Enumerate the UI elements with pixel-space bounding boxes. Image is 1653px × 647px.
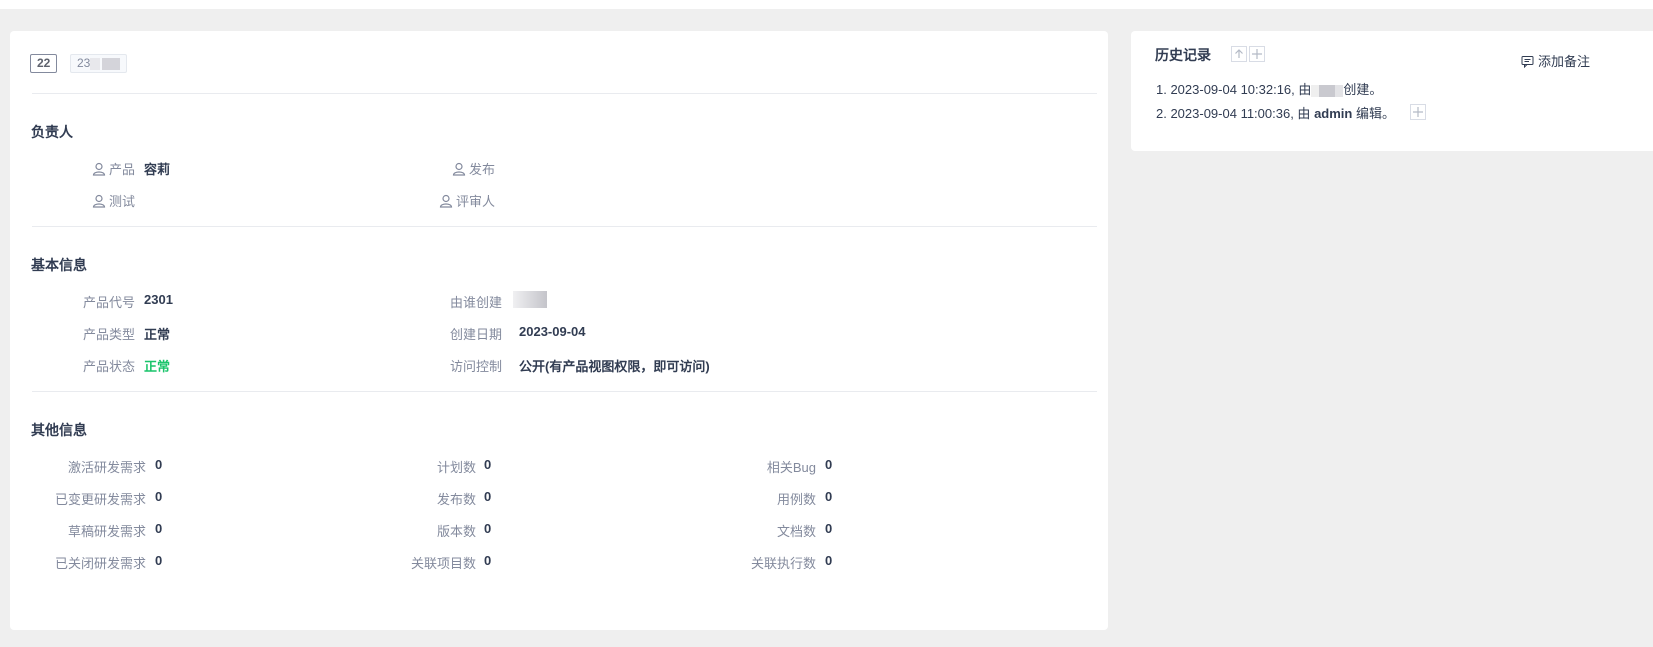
product-id-badge: 22 xyxy=(30,54,58,73)
plus-icon xyxy=(1413,107,1423,117)
user-icon xyxy=(92,162,106,176)
stat-value: 0 xyxy=(825,553,833,568)
stat-label: 文档数 xyxy=(776,524,816,539)
owner-product-label: 产品 xyxy=(70,159,135,178)
plus-icon xyxy=(1252,49,1262,59)
stat-label: 草稿研发需求 xyxy=(67,524,146,539)
add-note-button[interactable]: 添加备注 xyxy=(1521,51,1590,70)
product-detail-card: 22 23 负责人 产品 容莉 发布 测试 评审人 基本信息 产品代号 2301… xyxy=(10,31,1108,630)
user-icon xyxy=(439,194,453,208)
owner-test-label: 测试 xyxy=(70,191,135,210)
stat-label: 已关闭研发需求 xyxy=(54,556,146,571)
stat-value: 0 xyxy=(155,457,163,472)
expand-entry-button[interactable] xyxy=(1410,104,1426,120)
arrow-up-icon xyxy=(1235,49,1243,58)
stat-label: 激活研发需求 xyxy=(67,460,146,475)
stat-label: 关联项目数 xyxy=(410,556,476,571)
stat-label: 发布数 xyxy=(436,492,476,507)
stat-label: 关联执行数 xyxy=(750,556,816,571)
owner-release-label: 发布 xyxy=(430,159,495,178)
stat-label: 用例数 xyxy=(776,492,816,507)
user-icon xyxy=(92,194,106,208)
stat-label: 已变更研发需求 xyxy=(54,492,146,507)
stat-value: 0 xyxy=(484,521,492,536)
product-status-value: 正常 xyxy=(144,359,171,374)
creator-label: 由谁创建 xyxy=(449,295,502,310)
sort-up-button[interactable] xyxy=(1231,46,1247,62)
divider xyxy=(32,93,1097,94)
history-card: 历史记录 添加备注 1. 2023-09-04 10:32:16, 由创建。 2… xyxy=(1131,31,1653,151)
stat-label: 相关Bug xyxy=(766,460,816,475)
stat-value: 0 xyxy=(825,457,833,472)
divider xyxy=(32,226,1097,227)
stat-value: 0 xyxy=(484,489,492,504)
stat-value: 0 xyxy=(484,457,492,472)
redacted-name xyxy=(1311,84,1344,97)
history-user: admin xyxy=(1314,106,1353,121)
owner-product-value: 容莉 xyxy=(144,162,171,177)
history-entry: 1. 2023-09-04 10:32:16, 由创建。 xyxy=(1156,82,1383,97)
top-bar xyxy=(0,0,1653,9)
product-code-value: 2301 xyxy=(144,292,173,307)
redacted-name xyxy=(90,57,101,70)
product-code-label: 产品代号 xyxy=(82,295,135,310)
stat-value: 0 xyxy=(155,521,163,536)
access-control-value: 公开(有产品视图权限，即可访问) xyxy=(519,359,710,374)
other-section-title: 其他信息 xyxy=(31,422,87,438)
stat-value: 0 xyxy=(155,553,163,568)
expand-all-button[interactable] xyxy=(1249,46,1265,62)
user-icon xyxy=(452,162,466,176)
created-date-value: 2023-09-04 xyxy=(519,324,586,339)
stat-value: 0 xyxy=(825,521,833,536)
stat-value: 0 xyxy=(155,489,163,504)
owner-reviewer-label: 评审人 xyxy=(420,191,495,210)
stat-label: 计划数 xyxy=(436,460,476,475)
comment-icon xyxy=(1521,56,1534,69)
divider xyxy=(32,391,1097,392)
owners-section-title: 负责人 xyxy=(31,124,73,140)
redacted-name xyxy=(513,291,547,309)
stat-value: 0 xyxy=(484,553,492,568)
redacted-name xyxy=(102,57,121,70)
product-status-label: 产品状态 xyxy=(82,359,135,374)
history-title: 历史记录 xyxy=(1155,47,1211,63)
product-name-badge: 23 xyxy=(70,54,128,73)
created-date-label: 创建日期 xyxy=(449,327,502,342)
access-control-label: 访问控制 xyxy=(449,359,502,374)
history-entry: 2. 2023-09-04 11:00:36, 由 admin 编辑。 xyxy=(1156,106,1395,121)
product-name-prefix: 23 xyxy=(77,56,91,70)
creator-value xyxy=(513,291,547,309)
product-type-label: 产品类型 xyxy=(82,327,135,342)
stat-label: 版本数 xyxy=(436,524,476,539)
product-type-value: 正常 xyxy=(144,327,171,342)
stat-value: 0 xyxy=(825,489,833,504)
basic-section-title: 基本信息 xyxy=(31,257,87,273)
